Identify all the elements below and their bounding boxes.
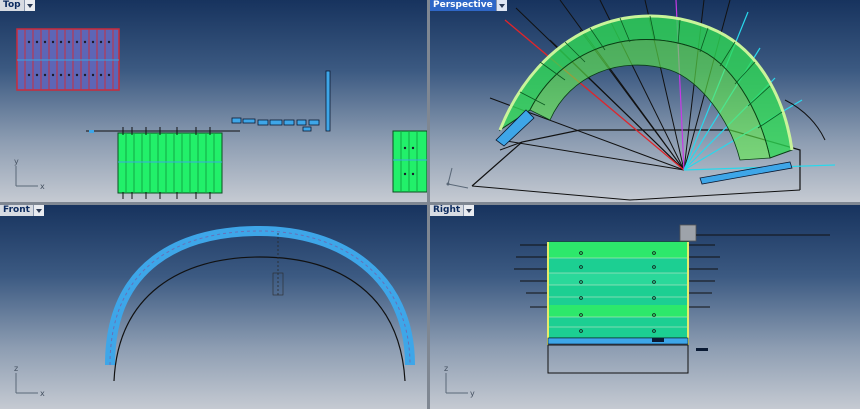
axis-x-label: x [40,389,45,398]
component-row [231,117,320,132]
viewport-title: Right [430,205,464,216]
viewport-front[interactable]: Front x z [0,205,427,409]
front-view-geometry [105,225,415,382]
vertical-beam [325,70,331,132]
axis-gizmo [446,167,469,189]
top-view-geometry [16,28,427,199]
axis-z-label: z [444,364,448,373]
arch-band [105,225,415,366]
viewport-top[interactable]: Top x y [0,0,427,202]
viewport-title: Front [0,205,33,216]
axis-x-label: x [40,182,45,191]
plan-panel-main [86,127,240,199]
viewport-perspective[interactable]: Perspective [430,0,860,202]
perspective-geometry [471,0,836,201]
viewport-right[interactable]: Right y z [430,205,860,409]
viewport-tab-perspective[interactable]: Perspective [430,0,507,11]
viewport-tab-front[interactable]: Front [0,205,44,216]
right-view-geometry [514,224,830,374]
axis-z-label: z [14,364,18,373]
viewport-tab-right[interactable]: Right [430,205,475,216]
plan-panel-right [392,130,427,193]
chevron-down-icon[interactable] [23,0,35,11]
viewport-title: Top [0,0,24,11]
side-panel [547,241,689,345]
plan-panel-upper [16,28,120,91]
axis-gizmo: x y [14,157,45,191]
axis-y-label: y [470,389,475,398]
viewport-title: Perspective [430,0,496,11]
chevron-down-icon[interactable] [463,205,475,216]
inner-arch-curve [113,256,406,382]
axis-gizmo: y z [444,364,475,398]
right-member [699,161,793,185]
viewport-tab-top[interactable]: Top [0,0,35,11]
base-outline [547,344,689,374]
chevron-down-icon[interactable] [32,205,44,216]
chevron-down-icon[interactable] [495,0,507,11]
axis-gizmo: x z [14,364,45,398]
axis-y-label: y [14,157,19,166]
